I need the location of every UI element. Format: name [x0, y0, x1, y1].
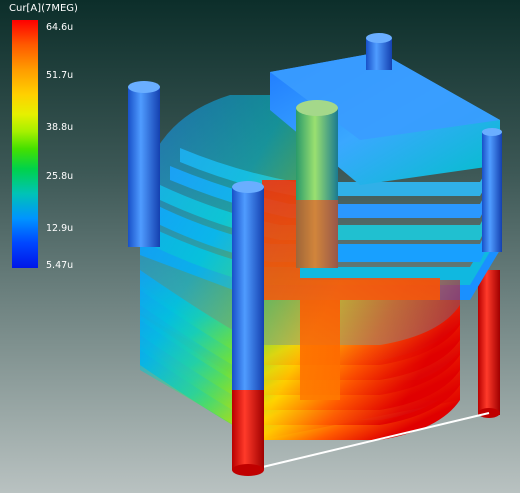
pillar-right — [482, 132, 502, 252]
pillar-rear-right — [478, 270, 500, 415]
pillar-left-rear — [128, 87, 160, 247]
coil-3d-render — [128, 33, 502, 476]
